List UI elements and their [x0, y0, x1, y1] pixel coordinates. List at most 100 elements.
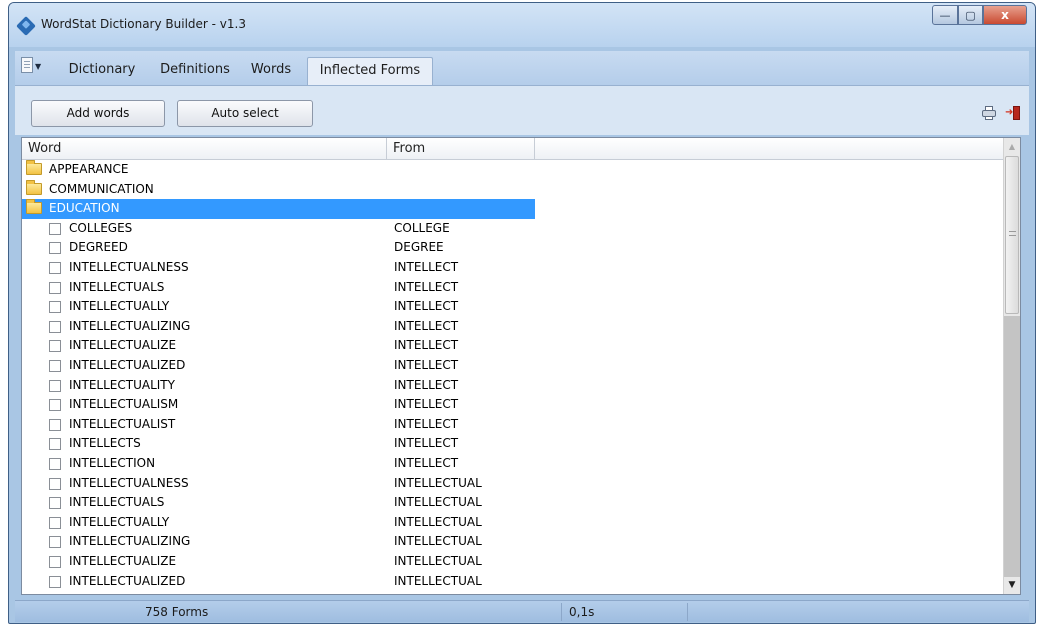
- list-item[interactable]: INTELLECTUALIZED INTELLECTUAL: [22, 572, 1003, 592]
- list-item[interactable]: COLLEGES COLLEGE: [22, 219, 1003, 239]
- word-cell: INTELLECTION: [69, 456, 156, 470]
- minimize-button[interactable]: —: [932, 5, 958, 25]
- word-cell: INTELLECTUALNESS: [69, 260, 189, 274]
- list-item[interactable]: INTELLECTUALLY INTELLECT: [22, 297, 1003, 317]
- list-rows: APPEARANCE COMMUNICATION EDUCATION COLLEGES…: [22, 160, 1003, 594]
- item-checkbox[interactable]: [49, 360, 61, 372]
- toolbar: Add words Auto select ➜: [15, 85, 1029, 135]
- window-controls: — ▢ x: [932, 5, 1027, 25]
- group-label: APPEARANCE: [49, 162, 129, 176]
- title-bar[interactable]: WordStat Dictionary Builder - v1.3 — ▢ x: [9, 3, 1035, 47]
- list-item[interactable]: INTELLECTUALS INTELLECT: [22, 278, 1003, 298]
- from-cell: INTELLECT: [394, 416, 459, 431]
- item-checkbox[interactable]: [49, 379, 61, 392]
- scrollbar-thumb[interactable]: [1005, 156, 1019, 314]
- word-cell: INTELLECTUALIZED: [69, 573, 186, 588]
- list-item[interactable]: INTELLECTION INTELLECT: [22, 454, 1003, 474]
- word-cell: DEGREED: [69, 240, 128, 255]
- word-cell: INTELLECTUALLY: [69, 514, 170, 529]
- list-item[interactable]: INTELLECTUALNESS INTELLECT: [22, 258, 1003, 278]
- tab-inflected-forms[interactable]: Inflected Forms: [307, 57, 433, 85]
- list-item[interactable]: INTELLECTUALNESS INTELLECTUAL: [22, 474, 1003, 494]
- vertical-scrollbar[interactable]: ▲ ▼: [1003, 138, 1020, 594]
- scroll-down-arrow-icon[interactable]: ▼: [1004, 577, 1020, 594]
- add-words-button[interactable]: Add words: [31, 100, 165, 127]
- list-item[interactable]: INTELLECTS INTELLECT: [22, 434, 1003, 454]
- from-cell: INTELLECT: [394, 397, 459, 412]
- auto-select-button[interactable]: Auto select: [177, 100, 313, 127]
- list-item[interactable]: INTELLECTUALLY INTELLECTUAL: [22, 513, 1003, 533]
- list-item[interactable]: INTELLECTUALS INTELLECTUAL: [22, 493, 1003, 513]
- item-checkbox[interactable]: [49, 262, 61, 274]
- from-cell: INTELLECT: [394, 456, 459, 470]
- item-checkbox[interactable]: [49, 458, 61, 470]
- tab-dictionary[interactable]: Dictionary: [57, 57, 147, 85]
- from-cell: INTELLECTUAL: [394, 573, 482, 588]
- item-checkbox[interactable]: [49, 242, 61, 255]
- scrollbar-track[interactable]: [1004, 316, 1020, 577]
- item-checkbox[interactable]: [49, 301, 61, 314]
- list-item[interactable]: INTELLECTUALITY INTELLECT: [22, 376, 1003, 396]
- list-item[interactable]: INTELLECTUALIZING INTELLECT: [22, 317, 1003, 337]
- from-cell: INTELLECT: [394, 338, 459, 353]
- from-cell: DEGREE: [394, 240, 444, 255]
- from-cell: INTELLECTUAL: [394, 534, 482, 549]
- item-checkbox[interactable]: [49, 320, 61, 333]
- tab-words[interactable]: Words: [243, 57, 299, 85]
- group-row[interactable]: APPEARANCE: [22, 160, 1003, 180]
- list-item[interactable]: INTELLECTUALIZE INTELLECTUAL: [22, 552, 1003, 572]
- folder-icon: [26, 160, 42, 175]
- column-header-from[interactable]: From: [387, 138, 535, 159]
- group-row[interactable]: EDUCATION: [22, 199, 1003, 219]
- word-cell: INTELLECTUALLY: [69, 299, 170, 314]
- folder-icon: [26, 179, 42, 195]
- column-header-word[interactable]: Word: [22, 138, 387, 159]
- item-checkbox[interactable]: [49, 575, 61, 588]
- from-cell: INTELLECT: [394, 436, 459, 451]
- word-cell: INTELLECTS: [69, 436, 141, 451]
- document-menu-icon[interactable]: ▼: [21, 57, 43, 79]
- item-checkbox[interactable]: [49, 340, 61, 353]
- from-cell: INTELLECT: [394, 260, 459, 274]
- folder-icon: [26, 199, 42, 215]
- list-item[interactable]: INTELLECTUALIZED INTELLECT: [22, 356, 1003, 376]
- word-cell: INTELLECTUALIZED: [69, 358, 186, 372]
- item-checkbox[interactable]: [49, 477, 61, 490]
- item-checkbox[interactable]: [49, 222, 61, 235]
- item-checkbox[interactable]: [49, 399, 61, 412]
- inflected-forms-list[interactable]: Word From APPEARANCE COMMUNICATION EDUCATI…: [21, 137, 1021, 595]
- app-window: WordStat Dictionary Builder - v1.3 — ▢ x…: [8, 2, 1036, 624]
- word-cell: INTELLECTUALIZING: [69, 318, 191, 333]
- maximize-button[interactable]: ▢: [958, 5, 983, 25]
- scroll-up-arrow-icon[interactable]: ▲: [1004, 138, 1020, 155]
- from-cell: INTELLECTUAL: [394, 554, 482, 568]
- group-label: EDUCATION: [49, 201, 120, 216]
- app-logo-icon: [16, 16, 36, 36]
- word-cell: INTELLECTUALITY: [69, 377, 175, 392]
- word-cell: INTELLECTUALS: [69, 495, 165, 510]
- list-item[interactable]: INTELLECTUALISM INTELLECT: [22, 395, 1003, 415]
- tab-definitions[interactable]: Definitions: [153, 57, 237, 85]
- list-item[interactable]: DEGREED DEGREE: [22, 238, 1003, 258]
- list-item[interactable]: INTELLECTUALIZE INTELLECT: [22, 336, 1003, 356]
- group-row[interactable]: COMMUNICATION: [22, 179, 1003, 200]
- from-cell: COLLEGE: [394, 220, 450, 235]
- item-checkbox[interactable]: [49, 438, 61, 451]
- word-cell: INTELLECTUALIZE: [69, 554, 177, 568]
- elapsed-time: 0,1s: [569, 605, 595, 619]
- item-checkbox[interactable]: [49, 516, 61, 529]
- item-checkbox[interactable]: [49, 556, 61, 568]
- list-item[interactable]: INTELLECTUALIST INTELLECT: [22, 415, 1003, 435]
- item-checkbox[interactable]: [49, 497, 61, 510]
- word-cell: INTELLECTUALIZE: [69, 338, 177, 353]
- exit-icon[interactable]: ➜: [1005, 105, 1021, 121]
- printer-icon[interactable]: [981, 105, 997, 121]
- word-cell: INTELLECTUALNESS: [69, 475, 189, 490]
- from-cell: INTELLECT: [394, 358, 459, 372]
- item-checkbox[interactable]: [49, 418, 61, 431]
- close-button[interactable]: x: [983, 5, 1027, 25]
- list-item[interactable]: INTELLECTUALIZING INTELLECTUAL: [22, 532, 1003, 552]
- forms-count: 758 Forms: [145, 605, 209, 619]
- item-checkbox[interactable]: [49, 281, 61, 294]
- item-checkbox[interactable]: [49, 536, 61, 549]
